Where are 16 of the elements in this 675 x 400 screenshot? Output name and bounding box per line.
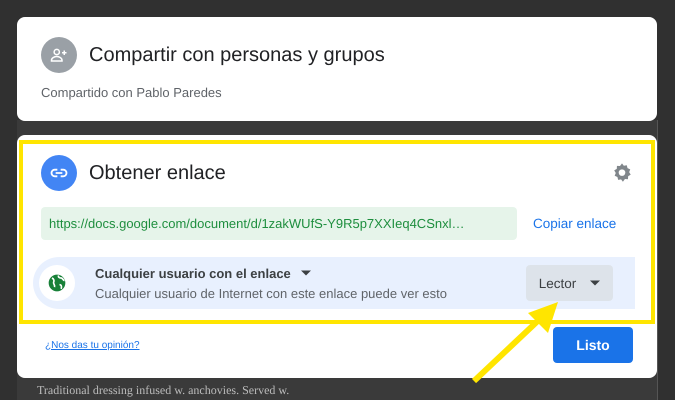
document-text: Traditional dressing infused w. anchovies. Served w. [37,383,290,398]
link-icon [41,155,77,191]
section-title: Compartir con personas y grupos [89,44,385,66]
add-person-icon [41,37,77,73]
copy-link-button[interactable]: Copiar enlace [533,212,616,235]
done-button[interactable]: Listo [553,327,633,363]
feedback-link[interactable]: ¿Nos das tu opinión? [45,340,140,350]
access-scope-dropdown[interactable]: Cualquier usuario con el enlace [95,266,311,280]
role-dropdown[interactable]: Lector [526,265,613,301]
section-title: Obtener enlace [89,162,226,184]
access-description: Cualquier usuario de Internet con este enlace puede ver esto [95,286,447,300]
caret-icon [590,280,600,286]
globe-icon [39,265,75,301]
shared-with-text: Compartido con Pablo Paredes [41,85,223,100]
link-url-field[interactable]: https://docs.google.com/document/d/1zakWUfS-Y9R5p7XXIeq4CSnxl… [41,207,517,240]
caret-icon [300,270,311,276]
